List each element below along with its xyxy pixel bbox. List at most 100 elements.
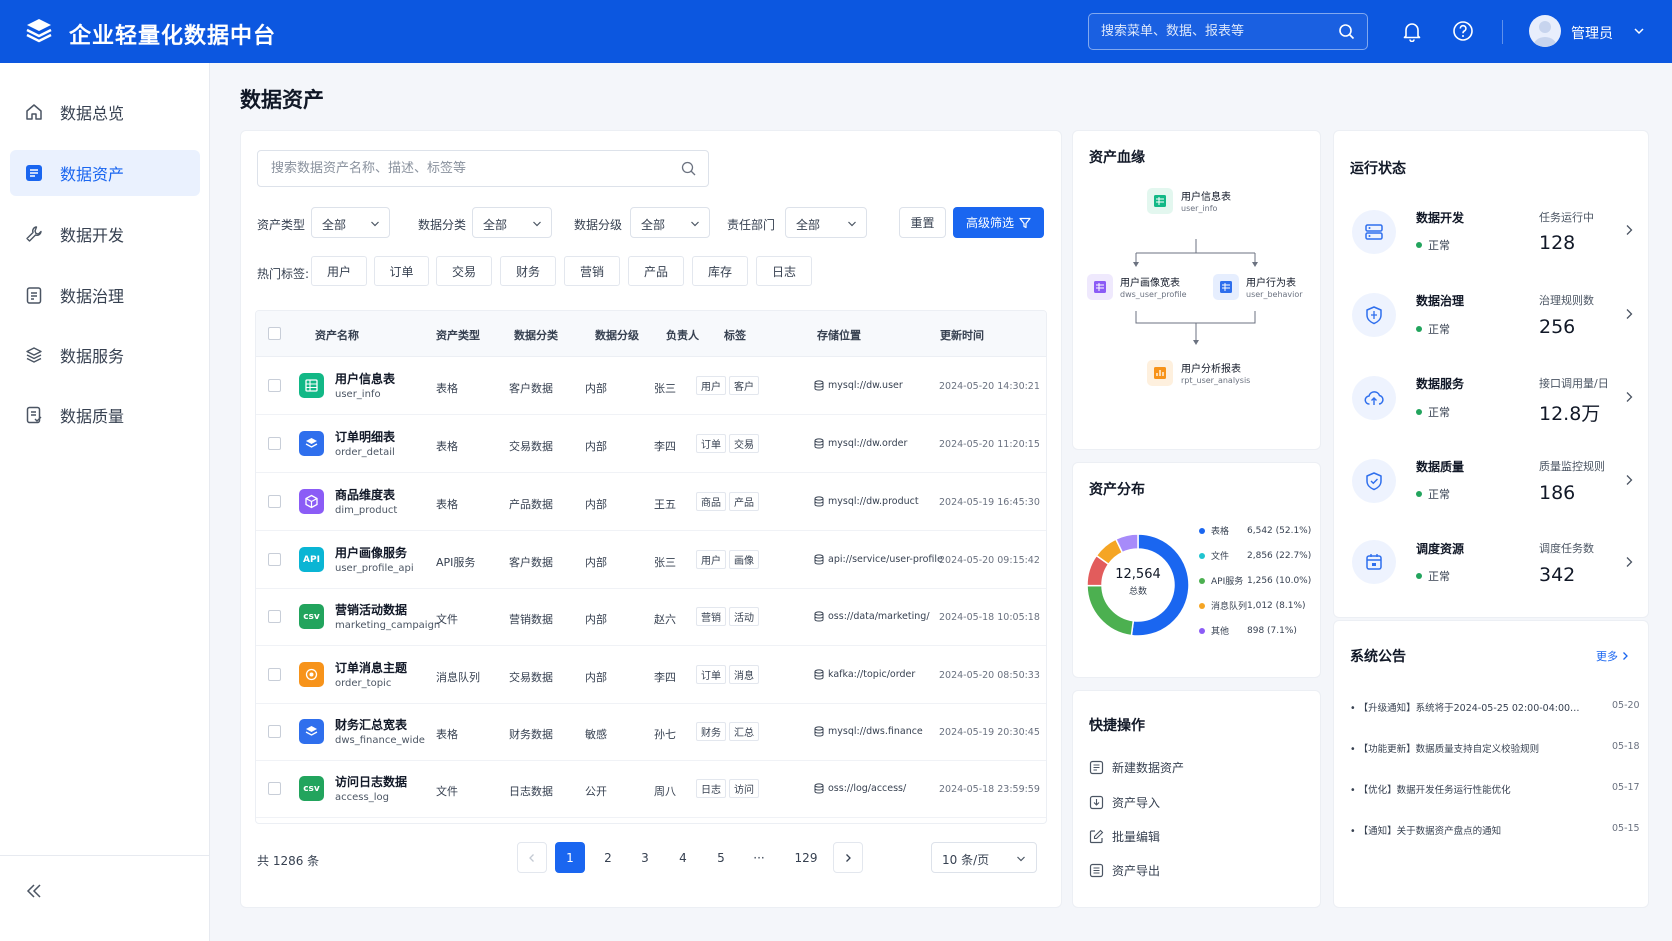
lineage-node-name[interactable]: 用户分析报表 <box>1181 360 1241 375</box>
asset-tag[interactable]: 财务 <box>696 722 726 741</box>
page-button[interactable]: 2 <box>593 842 623 873</box>
report-icon[interactable] <box>1147 360 1173 386</box>
sidebar-item-development[interactable]: 数据开发 <box>10 211 200 257</box>
table-row[interactable]: csv 营销活动数据 marketing_campaign 文件 营销数据 内部 赵六 营销活… <box>256 588 1046 646</box>
hot-tag[interactable]: 财务 <box>500 256 556 286</box>
reset-button[interactable]: 重置 <box>899 207 946 238</box>
table-row[interactable]: 订单消息主题 order_topic 消息队列 交易数据 内部 李四 订单 消息 kafka:/… <box>256 646 1046 704</box>
quick-action-batch-edit[interactable]: 批量编辑 <box>1089 828 1160 845</box>
asset-name[interactable]: 用户画像服务 <box>335 544 407 561</box>
hot-tag[interactable]: 交易 <box>436 256 492 286</box>
asset-tag[interactable]: 日志 <box>696 779 726 798</box>
notice-item[interactable]: • 【通知】关于数据资产盘点的通知 <box>1350 823 1580 837</box>
row-checkbox[interactable] <box>268 782 281 795</box>
asset-search[interactable] <box>257 150 709 187</box>
legend-item[interactable]: 消息队列 1,012 (8.1%) <box>1199 599 1306 612</box>
table-row[interactable]: 用户信息表 user_info 表格 客户数据 内部 张三 用户 客户 mysql://dw.u… <box>256 357 1046 415</box>
filter-dept-select[interactable]: 全部 <box>785 207 867 238</box>
page-button[interactable]: 5 <box>706 842 736 873</box>
page-button[interactable]: 129 <box>791 842 821 873</box>
asset-tag[interactable]: 用户 <box>696 376 726 395</box>
row-checkbox[interactable] <box>268 379 281 392</box>
quick-action-export[interactable]: 资产导出 <box>1089 862 1160 879</box>
chevron-right-icon[interactable] <box>1624 224 1634 236</box>
sidebar-item-assets[interactable]: 数据资产 <box>10 150 200 196</box>
search-icon[interactable] <box>1338 23 1355 40</box>
asset-tag[interactable]: 订单 <box>696 434 726 453</box>
prev-page-button[interactable] <box>517 842 547 873</box>
row-checkbox[interactable] <box>268 495 281 508</box>
asset-name[interactable]: 订单明细表 <box>335 428 395 445</box>
filter-type-select[interactable]: 全部 <box>311 207 390 238</box>
asset-tag[interactable]: 访问 <box>729 779 759 798</box>
row-checkbox[interactable] <box>268 437 281 450</box>
table-row[interactable]: 商品维度表 dim_product 表格 产品数据 内部 王五 商品 产品 mysql://dw… <box>256 473 1046 531</box>
hot-tag[interactable]: 日志 <box>756 256 812 286</box>
legend-item[interactable]: 文件 2,856 (22.7%) <box>1199 549 1311 562</box>
asset-search-input[interactable] <box>258 151 668 186</box>
asset-tag[interactable]: 画像 <box>729 550 759 569</box>
notice-item[interactable]: • 【升级通知】系统将于2024-05-25 02:00-04:00进行... <box>1350 700 1580 714</box>
quick-action-new-asset[interactable]: 新建数据资产 <box>1089 759 1184 776</box>
sidebar-item-service[interactable]: 数据服务 <box>10 332 200 378</box>
row-checkbox[interactable] <box>268 553 281 566</box>
asset-tag[interactable]: 客户 <box>729 376 759 395</box>
column-header[interactable]: 标签 <box>724 327 746 343</box>
table-icon[interactable] <box>1147 188 1173 214</box>
column-header[interactable]: 数据分级 <box>595 327 639 343</box>
hot-tag[interactable]: 产品 <box>628 256 684 286</box>
global-search[interactable] <box>1088 13 1368 50</box>
sidebar-item-overview[interactable]: 数据总览 <box>10 89 200 135</box>
next-page-button[interactable] <box>833 842 863 873</box>
select-all-checkbox[interactable] <box>268 327 281 340</box>
column-header[interactable]: 负责人 <box>666 327 699 343</box>
asset-tag[interactable]: 商品 <box>696 492 726 511</box>
column-header[interactable]: 资产类型 <box>436 327 480 343</box>
column-header[interactable]: 资产名称 <box>315 327 359 343</box>
asset-tag[interactable]: 活动 <box>729 607 759 626</box>
asset-tag[interactable]: 消息 <box>729 665 759 684</box>
lineage-node-name[interactable]: 用户信息表 <box>1181 188 1231 203</box>
page-button[interactable]: 3 <box>630 842 660 873</box>
hot-tag[interactable]: 用户 <box>311 256 367 286</box>
bell-icon[interactable] <box>1401 20 1423 42</box>
column-header[interactable]: 存储位置 <box>817 327 861 343</box>
table-row[interactable]: API 用户画像服务 user_profile_api API服务 客户数据 内部 张三 用户… <box>256 531 1046 589</box>
page-ellipsis[interactable]: ··· <box>744 842 774 873</box>
asset-tag[interactable]: 交易 <box>729 434 759 453</box>
hot-tag[interactable]: 库存 <box>692 256 748 286</box>
table-row[interactable]: 订单明细表 order_detail 表格 交易数据 内部 李四 订单 交易 mysql://d… <box>256 415 1046 473</box>
row-checkbox[interactable] <box>268 668 281 681</box>
column-header[interactable]: 更新时间 <box>940 327 984 343</box>
search-icon[interactable] <box>681 161 696 176</box>
help-icon[interactable] <box>1452 20 1474 42</box>
hot-tag[interactable]: 营销 <box>564 256 620 286</box>
asset-name[interactable]: 财务汇总宽表 <box>335 716 407 733</box>
asset-name[interactable]: 访问日志数据 <box>335 773 407 790</box>
table-row[interactable]: 财务汇总宽表 dws_finance_wide 表格 财务数据 敏感 孙七 财务 汇总 mysq… <box>256 703 1046 761</box>
avatar[interactable] <box>1529 15 1561 47</box>
asset-name[interactable]: 用户信息表 <box>335 370 395 387</box>
user-name[interactable]: 管理员 <box>1571 23 1613 43</box>
asset-tag[interactable]: 产品 <box>729 492 759 511</box>
lineage-node-name[interactable]: 用户行为表 <box>1246 274 1296 289</box>
collapse-icon[interactable] <box>24 881 44 901</box>
chevron-right-icon[interactable] <box>1624 474 1634 486</box>
global-search-input[interactable] <box>1089 14 1329 49</box>
notice-item[interactable]: • 【功能更新】数据质量支持自定义校验规则 <box>1350 741 1580 755</box>
hot-tag[interactable]: 订单 <box>374 256 429 286</box>
page-button[interactable]: 1 <box>555 842 585 873</box>
advanced-filter-button[interactable]: 高级筛选 <box>953 207 1044 238</box>
asset-name[interactable]: 营销活动数据 <box>335 601 407 618</box>
asset-tag[interactable]: 汇总 <box>729 722 759 741</box>
page-size-select[interactable]: 10 条/页 <box>931 842 1037 873</box>
table-icon[interactable] <box>1087 274 1113 300</box>
row-checkbox[interactable] <box>268 610 281 623</box>
table-icon[interactable] <box>1213 274 1239 300</box>
asset-tag[interactable]: 订单 <box>696 665 726 684</box>
table-row[interactable]: csv 访问日志数据 access_log 文件 日志数据 公开 周八 日志 访问 oss://l… <box>256 760 1046 818</box>
row-checkbox[interactable] <box>268 725 281 738</box>
filter-level-select[interactable]: 全部 <box>630 207 710 238</box>
asset-name[interactable]: 商品维度表 <box>335 486 395 503</box>
asset-tag[interactable]: 用户 <box>696 550 726 569</box>
